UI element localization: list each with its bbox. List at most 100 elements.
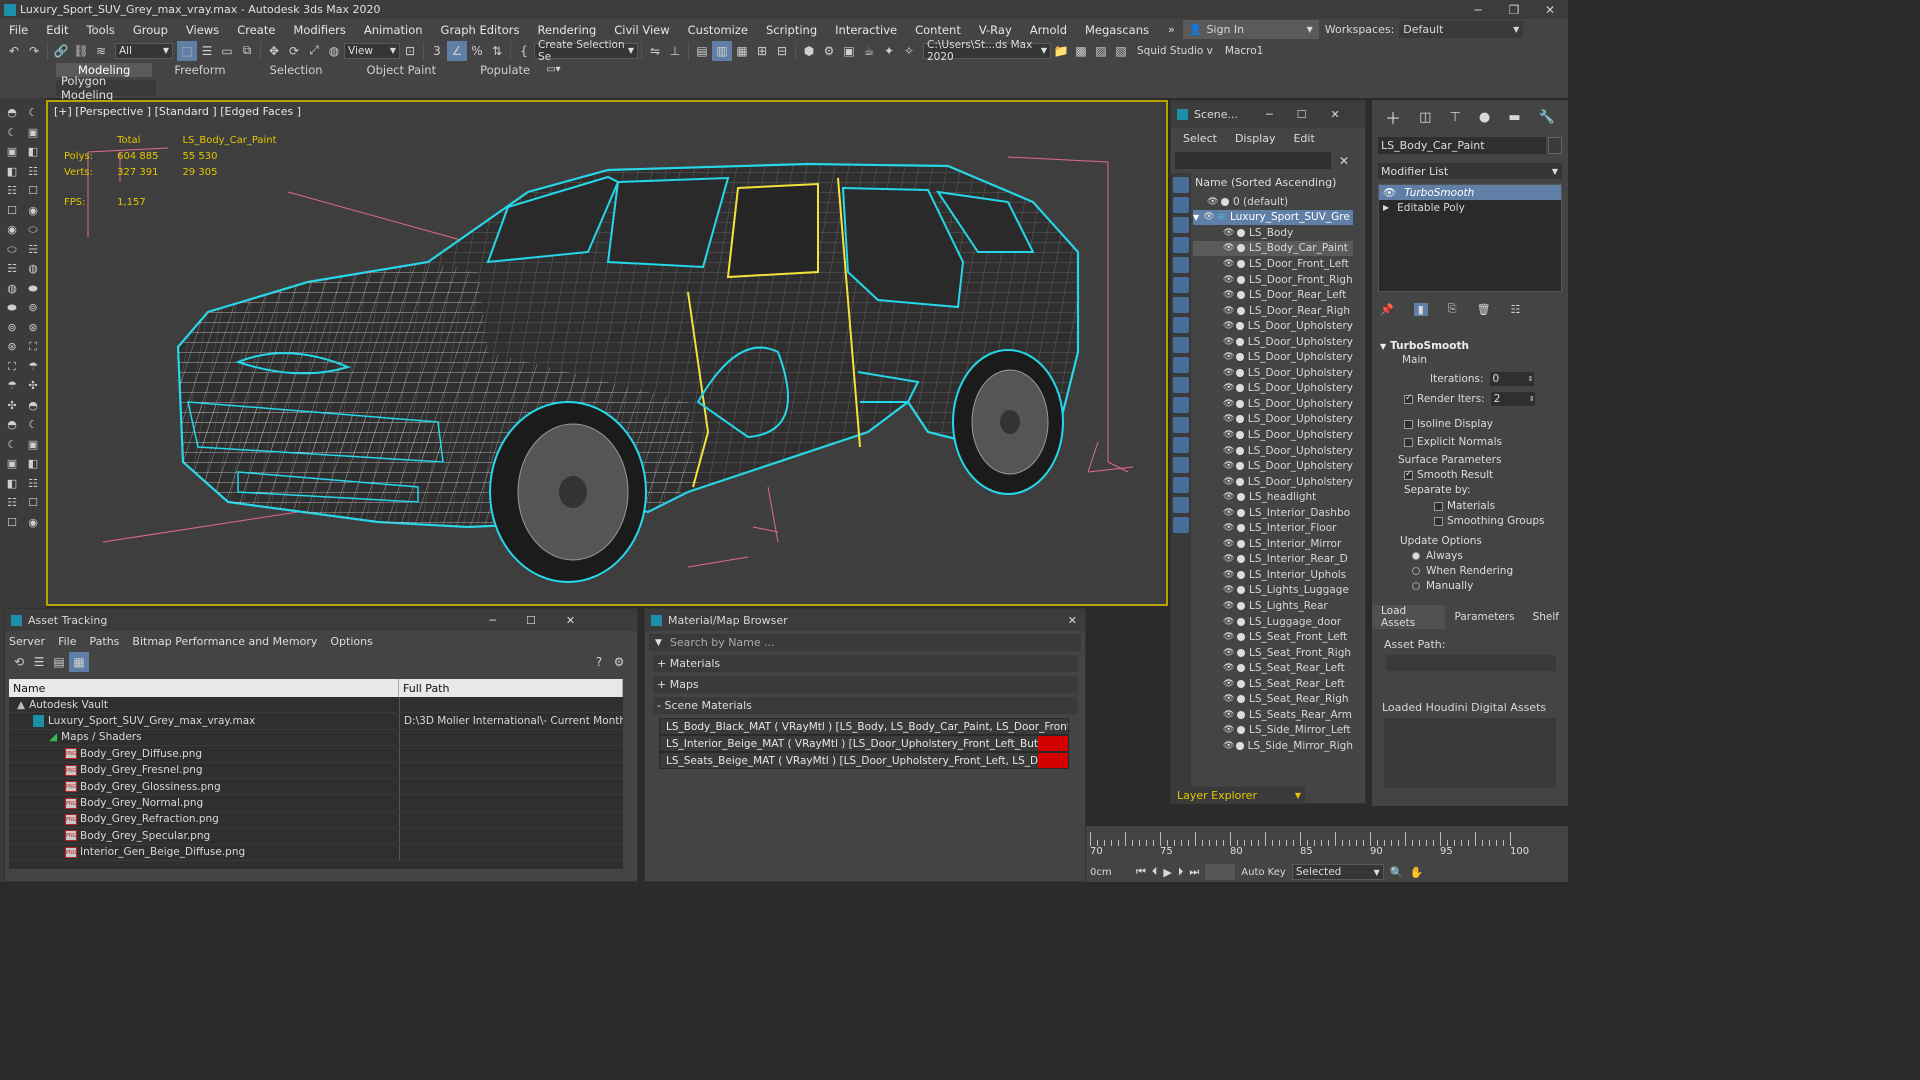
visibility-eye-icon[interactable]: 👁 [1223, 306, 1235, 316]
scene-tree-item[interactable]: 👁 LS_Lights_Luggage [1193, 583, 1353, 599]
table-row[interactable]: PNG Body_Grey_Fresnel.png [9, 762, 623, 779]
stack-item-editable-poly[interactable]: ▶ Editable Poly [1379, 200, 1561, 215]
motion-tab-icon[interactable]: ● [1479, 110, 1490, 125]
scene-filter-icon[interactable] [1173, 437, 1189, 453]
menu-modifiers[interactable]: Modifiers [284, 23, 355, 37]
scene-tree-item[interactable]: 👁 LS_Body [1193, 225, 1353, 241]
at-menu-paths[interactable]: Paths [90, 635, 120, 648]
goto-start-icon[interactable]: ⏮ [1136, 865, 1146, 879]
at-menu-file[interactable]: File [58, 635, 76, 648]
left-tool-icon[interactable]: ⊚ [3, 321, 21, 335]
utilities-tab-icon[interactable]: 🔧 [1539, 110, 1555, 125]
project-folder-icon[interactable]: 📁 [1051, 41, 1071, 61]
left-tool-icon[interactable]: ☵ [24, 243, 42, 257]
collapse-icon[interactable]: ▼ [1193, 213, 1199, 222]
refresh-icon[interactable]: ⟲ [9, 652, 29, 672]
left-tool-icon[interactable]: ◧ [24, 145, 42, 159]
scene-material-item[interactable]: LS_Body_Black_MAT ( VRayMtl ) [LS_Body, … [659, 718, 1069, 735]
scene-explorer-toggle-icon[interactable]: ▤ [692, 41, 712, 61]
visibility-eye-icon[interactable]: 👁 [1223, 399, 1234, 409]
object-dot-icon[interactable] [1237, 617, 1245, 626]
left-tool-icon[interactable]: ⊚ [24, 301, 42, 315]
scene-tree-item[interactable]: 👁 LS_Interior_Uphols [1193, 567, 1353, 583]
object-dot-icon[interactable] [1221, 197, 1229, 206]
rollout-title[interactable]: ▼ TurboSmooth [1380, 340, 1558, 352]
menu-customize[interactable]: Customize [679, 23, 757, 37]
visibility-eye-icon[interactable]: 👁 [1223, 648, 1235, 658]
named-selection-dropdown[interactable]: Create Selection Se ▼ [534, 39, 638, 63]
at-menu-options[interactable]: Options [330, 635, 372, 648]
scene-tree-item[interactable]: 👁 LS_Seat_Rear_Left [1193, 660, 1353, 676]
visibility-eye-icon[interactable]: 👁 [1223, 508, 1235, 518]
object-dot-icon[interactable] [1236, 430, 1244, 439]
left-tool-icon[interactable]: ☵ [3, 262, 21, 276]
visibility-eye-icon[interactable]: 👁 [1223, 259, 1235, 269]
scene-tree-item[interactable]: 👁 LS_Lights_Rear [1193, 598, 1353, 614]
scene-tree-item[interactable]: 👁 LS_headlight [1193, 489, 1353, 505]
scene-tree-item[interactable]: 👁 LS_Door_Upholstery [1193, 443, 1353, 459]
scene-tree-item[interactable]: 👁 LS_Door_Upholstery [1193, 412, 1353, 428]
configure-sets-icon[interactable]: ☷ [1511, 303, 1521, 316]
left-tool-icon[interactable]: ⬭ [3, 243, 21, 257]
render-iters-spinner[interactable]: 2 ⇕ [1490, 392, 1535, 406]
minimize-icon[interactable]: ─ [489, 614, 496, 627]
object-dot-icon[interactable] [1237, 679, 1245, 688]
left-tool-icon[interactable]: ⛶ [24, 340, 42, 354]
scene-filter-icon[interactable] [1173, 517, 1189, 533]
left-tool-icon[interactable]: ▣ [3, 145, 21, 159]
reference-coordinate-dropdown[interactable]: View ▼ [344, 42, 400, 59]
schematic-view-icon[interactable]: ⊟ [772, 41, 792, 61]
align-icon[interactable]: ⊥ [665, 41, 685, 61]
rect-region-icon[interactable]: ▭ [217, 41, 237, 61]
scene-filter-icon[interactable] [1173, 237, 1189, 253]
left-tool-icon[interactable]: ▣ [3, 457, 21, 471]
left-tool-icon[interactable]: ☷ [3, 184, 21, 198]
left-tool-icon[interactable]: ◓ [24, 399, 42, 413]
object-dot-icon[interactable] [1236, 446, 1244, 455]
visibility-eye-icon[interactable]: 👁 [1223, 368, 1234, 378]
object-dot-icon[interactable] [1237, 570, 1245, 579]
minimize-icon[interactable]: ─ [1460, 3, 1496, 17]
mirror-icon[interactable]: ⇋ [645, 41, 665, 61]
tab-selection[interactable]: Selection [248, 63, 345, 77]
render-setup-icon[interactable]: ⚙ [819, 41, 839, 61]
display-tab-icon[interactable]: ▬ [1508, 110, 1520, 125]
window-crossing-icon[interactable]: ⧉ [237, 41, 257, 61]
maximize-icon[interactable]: ☐ [526, 614, 536, 627]
tool-b-icon[interactable]: ▨ [1091, 41, 1111, 61]
menu-interactive[interactable]: Interactive [826, 23, 906, 37]
light-bulb-icon[interactable]: 👁 [1383, 186, 1396, 199]
when-rendering-radio[interactable] [1412, 567, 1420, 575]
scene-filter-icon[interactable] [1173, 377, 1189, 393]
object-dot-icon[interactable] [1237, 228, 1245, 237]
time-ruler[interactable]: 70 75 80 85 90 95 100 [1090, 832, 1530, 860]
at-menu-server[interactable]: Server [9, 635, 45, 648]
scene-filter-icon[interactable] [1173, 257, 1189, 273]
visibility-eye-icon[interactable]: 👁 [1223, 539, 1235, 549]
object-dot-icon[interactable] [1237, 726, 1245, 735]
smoothing-groups-checkbox[interactable] [1434, 516, 1443, 526]
scene-tree-item[interactable]: 👁 LS_Door_Upholstery [1193, 381, 1353, 397]
menu-vray[interactable]: V-Ray [970, 23, 1021, 37]
left-tool-icon[interactable]: ▣ [24, 438, 42, 452]
menu-views[interactable]: Views [177, 23, 228, 37]
left-tool-icon[interactable]: ☷ [24, 477, 42, 491]
object-dot-icon[interactable] [1236, 415, 1244, 424]
object-dot-icon[interactable] [1237, 710, 1245, 719]
menu-scripting[interactable]: Scripting [757, 23, 826, 37]
explicit-normals-checkbox[interactable] [1404, 437, 1413, 447]
object-dot-icon[interactable] [1237, 524, 1245, 533]
close-icon[interactable]: ✕ [1532, 3, 1568, 17]
layer-explorer-dropdown[interactable]: Layer Explorer ▼ [1175, 787, 1305, 804]
material-search-input[interactable]: ▼ Search by Name ... [649, 634, 1081, 651]
left-tool-icon[interactable]: ☐ [24, 184, 42, 198]
isoline-checkbox[interactable] [1404, 419, 1413, 429]
bind-spacewarp-icon[interactable]: ≋ [91, 41, 111, 61]
pan-icon[interactable]: ✋ [1410, 866, 1424, 879]
left-tool-icon[interactable]: ⬬ [3, 301, 21, 315]
scene-tree-item[interactable]: 👁 LS_Door_Front_Left [1193, 256, 1353, 272]
section-materials[interactable]: + Materials [653, 655, 1077, 672]
visibility-eye-icon[interactable]: 👁 [1223, 383, 1234, 393]
menu-tools[interactable]: Tools [78, 23, 124, 37]
rotate-icon[interactable]: ⟳ [284, 41, 304, 61]
